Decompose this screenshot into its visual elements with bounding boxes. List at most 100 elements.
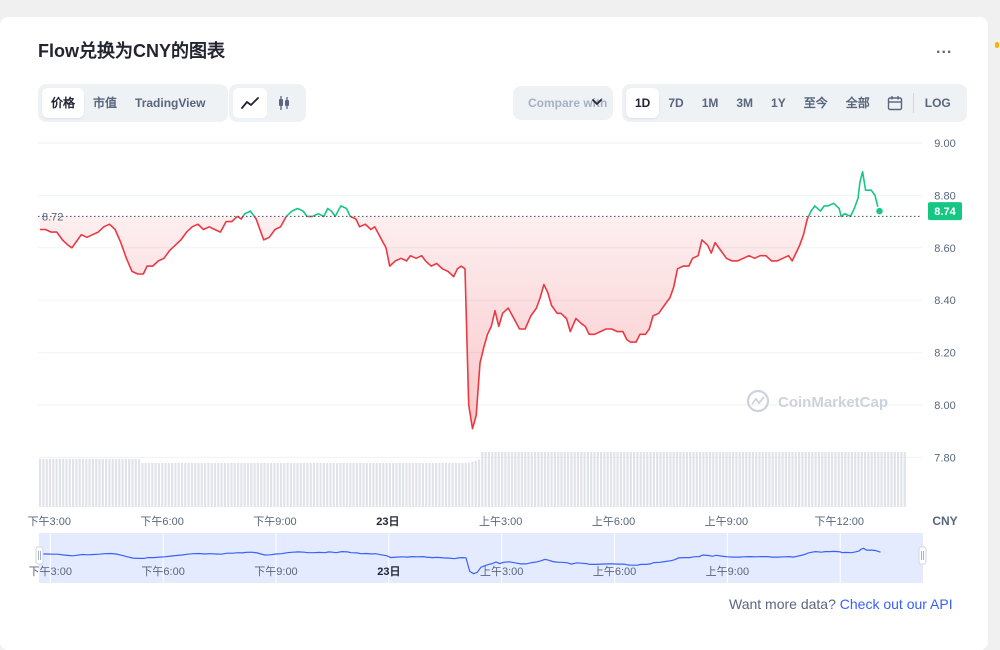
volume-bar (355, 463, 358, 507)
volume-bar (128, 459, 131, 507)
volume-bar (758, 452, 761, 507)
volume-bar (283, 463, 286, 507)
volume-bar (890, 452, 893, 507)
coinmarketcap-watermark: CoinMarketCap (746, 389, 888, 413)
y-tick-label: 8.40 (934, 295, 955, 307)
volume-bar (395, 463, 398, 507)
volume-bar (798, 452, 801, 507)
volume-bar (606, 452, 609, 507)
volume-bar (105, 459, 108, 507)
volume-bar (788, 452, 791, 507)
volume-bar (596, 452, 599, 507)
volume-bar (408, 463, 411, 507)
volume-bar (867, 452, 870, 507)
volume-bar (138, 459, 141, 507)
volume-bar (487, 452, 490, 507)
volume-bar (464, 463, 467, 507)
volume-bar (253, 463, 256, 507)
navigator-handle-right[interactable] (918, 546, 927, 565)
volume-bar (52, 459, 55, 507)
volume-bar (336, 463, 339, 507)
volume-bar (260, 463, 263, 507)
x-tick-label: 下午9:00 (253, 515, 296, 528)
navigator-handle-left[interactable] (35, 546, 44, 565)
volume-bar (421, 463, 424, 507)
volume-bar (312, 463, 316, 507)
volume-bar (161, 463, 164, 507)
volume-bar (794, 452, 797, 507)
volume-bar (78, 459, 81, 507)
volume-bar (58, 459, 61, 507)
navigator-tick-label: 下午9:00 (254, 565, 297, 578)
volume-bar (481, 452, 484, 507)
volume-bar (243, 463, 246, 507)
volume-bar (233, 463, 236, 507)
volume-bar (590, 452, 593, 507)
volume-bar (250, 463, 253, 507)
volume-bar (441, 463, 444, 507)
volume-bar (444, 463, 448, 507)
last-price-dot (874, 206, 885, 216)
volume-bar (98, 459, 101, 507)
volume-bar (411, 463, 415, 507)
volume-bar (359, 463, 362, 507)
volume-bar (854, 452, 857, 507)
volume-bar (418, 463, 421, 507)
volume-bar (725, 452, 728, 507)
volume-bar (510, 452, 514, 507)
navigator-tick-label: 上午3:00 (480, 565, 523, 578)
volume-bar (629, 452, 632, 507)
volume-bar (576, 452, 580, 507)
volume-bar (428, 463, 431, 507)
x-axis: 下午3:00 下午6:00 下午9:00 23日 上午3:00 上午6:00 上午9:00 下… (28, 515, 864, 528)
volume-bar (837, 452, 840, 507)
volume-bar (451, 463, 454, 507)
volume-bar (537, 452, 540, 507)
volume-bar (765, 452, 768, 507)
volume-bar (319, 463, 322, 507)
volume-bar (619, 452, 622, 507)
volume-bar (695, 452, 698, 507)
volume-bar (563, 452, 566, 507)
volume-bar (454, 463, 457, 507)
volume-bar (227, 463, 230, 507)
volume-bar (111, 459, 114, 507)
volume-bar (811, 452, 814, 507)
watermark-text: CoinMarketCap (778, 394, 888, 411)
volume-bar (65, 459, 68, 507)
volume-bars (39, 452, 906, 507)
volume-bar (807, 452, 811, 507)
volume-bar (468, 462, 471, 507)
footer-text: Want more data? (729, 596, 836, 612)
volume-bar (474, 460, 477, 507)
volume-bar (520, 452, 523, 507)
volume-bar (184, 463, 187, 507)
volume-bar (289, 463, 292, 507)
volume-bar (42, 459, 45, 507)
volume-bar (494, 452, 497, 507)
volume-bar (303, 463, 306, 507)
y-tick-label: 8.20 (934, 348, 955, 360)
volume-bar (864, 452, 867, 507)
volume-bar (164, 463, 167, 507)
y-tick-label: 8.60 (934, 243, 955, 255)
volume-bar (256, 463, 259, 507)
api-link[interactable]: Check out our API (840, 596, 953, 612)
volume-bar (48, 459, 52, 507)
volume-bar (685, 452, 688, 507)
volume-bar (844, 452, 847, 507)
volume-bar (39, 459, 42, 507)
volume-bar (751, 452, 754, 507)
volume-bar (814, 452, 817, 507)
volume-bar (207, 463, 210, 507)
volume-bar (484, 452, 487, 507)
volume-bar (306, 463, 309, 507)
volume-bar (141, 463, 144, 507)
range-navigator[interactable]: 下午3:00 下午6:00 下午9:00 23日 上午3:00 上午6:00 上午9:00 (0, 530, 1000, 600)
volume-bar (369, 463, 372, 507)
volume-bar (857, 452, 860, 507)
volume-bar (309, 463, 312, 507)
volume-bar (834, 452, 837, 507)
volume-bar (197, 463, 200, 507)
volume-bar (570, 452, 573, 507)
